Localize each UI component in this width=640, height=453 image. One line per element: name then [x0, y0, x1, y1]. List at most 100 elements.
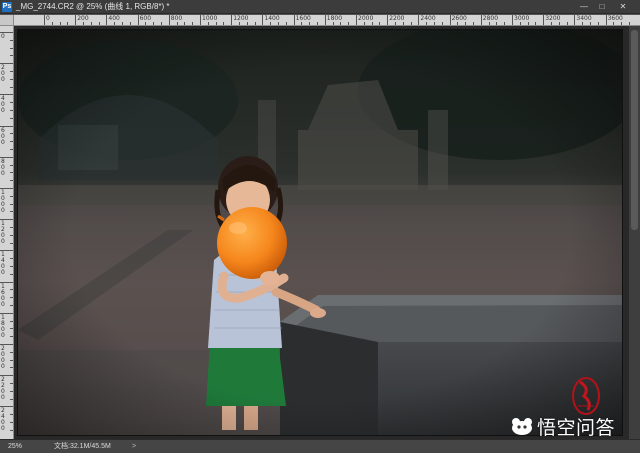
ruler-top-minor-tick — [473, 22, 474, 25]
ruler-left-tick — [0, 281, 13, 283]
ruler-top-label: 3200 — [545, 15, 561, 22]
ruler-top-tick — [480, 15, 482, 25]
ruler-left-tick — [0, 406, 13, 408]
status-menu-arrow[interactable]: > — [132, 441, 136, 452]
ruler-top-tick — [574, 15, 576, 25]
ruler-top-label: 1800 — [326, 15, 343, 22]
ruler-left-minor-tick — [10, 320, 13, 322]
zoom-level-field[interactable]: 25% — [2, 441, 42, 452]
ruler-left-label: 1600 — [1, 282, 5, 308]
ruler-top-tick — [605, 15, 607, 25]
horizontal-ruler[interactable]: 0 200 400 600 800 1000 1200 1400 1600 1800 2000 220… — [14, 15, 640, 26]
ruler-top-minor-tick — [395, 22, 396, 25]
ruler-top-tick — [449, 15, 451, 25]
ruler-top-minor-tick — [340, 22, 342, 25]
ruler-left-tick — [0, 94, 13, 96]
ruler-top-label: 400 — [108, 15, 120, 22]
ruler-left-label: 800 — [1, 157, 5, 177]
ruler-left-tick — [0, 156, 13, 158]
ruler-top-label: 1200 — [233, 15, 249, 22]
ruler-top-tick — [231, 15, 233, 25]
ruler-left-minor-tick — [10, 273, 13, 275]
ruler-top-label: 2800 — [482, 15, 499, 22]
ruler-origin[interactable] — [0, 15, 14, 26]
ruler-left-tick — [0, 375, 13, 377]
ruler-top-minor-tick — [254, 22, 256, 25]
ruler-left-minor-tick — [10, 110, 13, 111]
ruler-top-tick — [512, 15, 513, 25]
ruler-left-tick — [0, 312, 13, 314]
ruler-left-label: 1200 — [1, 220, 5, 246]
ruler-top-minor-tick — [621, 22, 623, 25]
ruler-top-tick — [200, 15, 201, 25]
ruler-left-minor-tick — [10, 86, 13, 88]
ruler-left-label: 600 — [1, 126, 5, 146]
ruler-top-label: 1400 — [264, 15, 280, 22]
ruler-left-minor-tick — [10, 164, 13, 166]
ruler-left-minor-tick — [10, 305, 13, 306]
ruler-left-minor-tick — [10, 117, 13, 119]
ruler-top-minor-tick — [67, 22, 69, 25]
ruler-left-label: 2400 — [1, 407, 5, 433]
ruler-left-minor-tick — [10, 172, 13, 174]
ruler-left-minor-tick — [10, 39, 13, 41]
ruler-top-minor-tick — [83, 22, 84, 25]
ruler-left-minor-tick — [10, 297, 13, 299]
ruler-top-label: 1000 — [202, 15, 218, 22]
ruler-top-minor-tick — [496, 22, 498, 25]
ruler-top-minor-tick — [90, 22, 92, 25]
ruler-top-minor-tick — [363, 22, 365, 25]
ruler-left-label: 400 — [1, 95, 5, 115]
ruler-left-minor-tick — [10, 211, 13, 213]
scrollbar-thumb[interactable] — [631, 30, 638, 230]
ruler-top-minor-tick — [551, 22, 552, 25]
ruler-top-minor-tick — [285, 22, 287, 25]
close-button[interactable]: ✕ — [612, 1, 634, 12]
ruler-top-tick — [418, 15, 420, 25]
document-tab[interactable]: Ps _MG_2744.CR2 @ 25% (曲线 1, RGB/8*) * —… — [0, 0, 640, 14]
ruler-top-minor-tick — [309, 22, 311, 25]
ruler-left-minor-tick — [10, 383, 13, 384]
ruler-top-minor-tick — [114, 22, 116, 25]
vertical-scrollbar[interactable] — [629, 26, 640, 439]
ruler-top-tick — [262, 15, 264, 25]
ruler-top-label: 3400 — [576, 15, 592, 22]
ruler-top-minor-tick — [519, 22, 521, 25]
ruler-left-tick — [0, 250, 13, 252]
ruler-left-label: 0 — [1, 33, 5, 40]
vertical-ruler[interactable]: 0 200 400 600 800 1000 1200 1400 1600 1800 2000 220… — [0, 26, 14, 439]
ruler-top-minor-tick — [434, 22, 435, 25]
photo-image[interactable] — [17, 29, 623, 436]
ruler-left-minor-tick — [10, 203, 13, 205]
ruler-left-tick — [0, 344, 13, 345]
minimize-button[interactable]: — — [576, 1, 592, 12]
ruler-top-minor-tick — [246, 22, 248, 25]
ruler-top-minor-tick — [301, 22, 303, 25]
ruler-top-tick — [293, 15, 295, 25]
ruler-left-minor-tick — [10, 234, 13, 236]
ruler-left-minor-tick — [10, 289, 13, 291]
ruler-left-minor-tick — [10, 71, 13, 72]
ruler-top-minor-tick — [410, 22, 412, 25]
document-size-info: 文档:32.1M/45.5M — [54, 443, 111, 450]
ruler-top-label: 1600 — [295, 15, 311, 22]
ruler-top-minor-tick — [441, 22, 443, 25]
maximize-button[interactable]: □ — [594, 1, 610, 12]
ruler-top-minor-tick — [402, 22, 404, 25]
ruler-top-minor-tick — [239, 22, 240, 25]
ruler-left-label: 1400 — [1, 251, 5, 277]
ruler-top-minor-tick — [566, 22, 568, 25]
ruler-top-minor-tick — [488, 22, 490, 25]
ruler-top-label: 800 — [170, 15, 183, 22]
ruler-top-tick — [168, 15, 170, 25]
ruler-top-label: 200 — [77, 15, 89, 22]
ruler-top-label: 3000 — [514, 15, 530, 22]
ruler-left-label: 2000 — [1, 345, 5, 370]
ruler-left-minor-tick — [10, 359, 13, 361]
ruler-top-minor-tick — [98, 22, 100, 25]
ruler-left-minor-tick — [10, 47, 13, 49]
canvas-area[interactable] — [14, 26, 640, 439]
ruler-top-tick — [324, 15, 326, 25]
ruler-top-tick — [106, 15, 108, 25]
ruler-top-minor-tick — [348, 22, 350, 25]
